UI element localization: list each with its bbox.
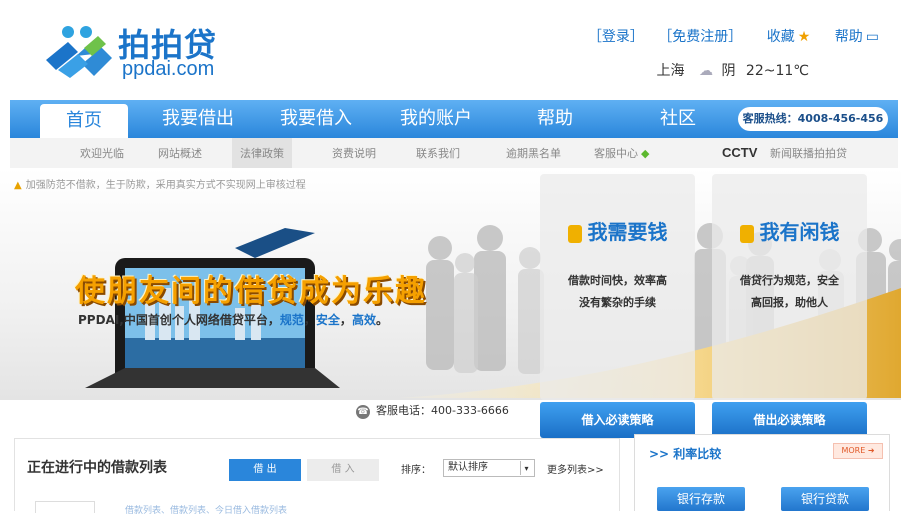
service-phone: ☎ 客服电话：400-333-6666 bbox=[356, 402, 509, 419]
need-money-title: 我需要钱 bbox=[540, 216, 695, 245]
loan-list-panel: 正在进行中的借款列表 借 出 借 入 排序： 默认排序 ▾ 更多列表>> 借款列表… bbox=[14, 438, 620, 516]
have-money-desc-line1: 借贷行为规范，安全 bbox=[740, 274, 839, 287]
have-money-desc-line2: 高回报，助他人 bbox=[751, 296, 828, 309]
bank-loan-button[interactable]: 银行贷款 bbox=[781, 487, 869, 511]
sub-slogan-prefix: PPDAI,中国首创个人网络借贷平台， bbox=[78, 313, 280, 327]
warning-icon: ▲ bbox=[14, 180, 22, 191]
bank-deposit-button[interactable]: 银行存款 bbox=[657, 487, 745, 511]
nav-item-lend[interactable]: 我要借出 bbox=[150, 100, 246, 138]
header: 拍拍贷 ppdai.com ［登录］ ［免费注册］ 收藏 ★ 帮助 ▭ 上海 ☁ 阴… bbox=[0, 0, 901, 100]
nav-item-help[interactable]: 帮助 bbox=[525, 100, 585, 138]
sub-slogan-sep2: ， bbox=[339, 313, 352, 327]
have-money-desc: 借贷行为规范，安全 高回报，助他人 bbox=[712, 270, 867, 314]
sub-slogan-h2: 安全 bbox=[315, 313, 340, 327]
sub-nav: 欢迎光临 网站概述 法律政策 资费说明 联系我们 逾期黑名单 客服中心 ◆ CCT… bbox=[10, 138, 898, 170]
security-notice: ▲ 加强防范不借款，生于防欺，采用真实方式不实现网上审核过程 bbox=[14, 176, 306, 191]
chevron-down-icon: ▾ bbox=[520, 461, 532, 475]
sub-slogan-sep1: ， bbox=[303, 313, 316, 327]
favorite-link[interactable]: 收藏 ★ bbox=[757, 29, 811, 45]
register-link[interactable]: ［免费注册］ bbox=[658, 29, 742, 45]
subnav-item-overview[interactable]: 网站概述 bbox=[158, 138, 202, 170]
favorite-label: 收藏 bbox=[766, 29, 795, 45]
subnav-item-service-center[interactable]: 客服中心 ◆ bbox=[594, 138, 649, 170]
weather-city: 上海 bbox=[656, 63, 685, 79]
cctv-logo: CCTV bbox=[722, 145, 758, 160]
coin-icon bbox=[739, 224, 754, 243]
nav-item-home[interactable]: 首页 bbox=[40, 104, 128, 138]
banner-slogan: 使朋友间的借贷成为乐趣 bbox=[75, 274, 427, 309]
loan-list-title: 正在进行中的借款列表 bbox=[27, 460, 167, 476]
tab-borrow[interactable]: 借 入 bbox=[307, 459, 379, 481]
more-list-link[interactable]: 更多列表>> bbox=[547, 461, 604, 476]
subnav-item-legal[interactable]: 法律政策 bbox=[232, 138, 292, 170]
need-money-desc-line2: 没有繁杂的手续 bbox=[579, 296, 656, 309]
help-link[interactable]: 帮助 ▭ bbox=[825, 29, 879, 45]
need-money-desc-line1: 借款时间快，效率高 bbox=[568, 274, 667, 287]
rate-more-button[interactable]: MORE ➜ bbox=[833, 443, 883, 459]
notice-text: 加强防范不借款，生于防欺，采用真实方式不实现网上审核过程 bbox=[25, 180, 306, 191]
service-center-label: 客服中心 bbox=[594, 147, 638, 160]
borrow-guide-button[interactable]: 借入必读策略 bbox=[540, 402, 695, 438]
service-phone-text: 客服电话：400-333-6666 bbox=[376, 404, 509, 417]
help-icon: ▭ bbox=[865, 29, 879, 45]
logo-name-en: ppdai.com bbox=[122, 58, 215, 80]
subnav-item-contact[interactable]: 联系我们 bbox=[416, 138, 460, 170]
have-money-card: 我有闲钱 借贷行为规范，安全 高回报，助他人 借出必读策略 bbox=[712, 174, 867, 438]
nav-item-borrow[interactable]: 我要借入 bbox=[268, 100, 364, 138]
sub-slogan-h3: 高效 bbox=[351, 313, 376, 327]
need-money-desc: 借款时间快，效率高 没有繁杂的手续 bbox=[540, 270, 695, 314]
list-row-text[interactable]: 借款列表、借款列表、今日借入借款列表 bbox=[125, 503, 287, 516]
banner-sub-slogan: PPDAI,中国首创个人网络借贷平台，规范，安全，高效。 bbox=[78, 311, 388, 328]
hotline-badge: 客服热线：4008-456-456 bbox=[738, 107, 888, 131]
sub-slogan-h1: 规范 bbox=[279, 313, 304, 327]
cctv-text[interactable]: 新闻联播拍拍贷 bbox=[770, 138, 847, 170]
login-link[interactable]: ［登录］ bbox=[588, 29, 644, 45]
tab-lend[interactable]: 借 出 bbox=[229, 459, 301, 481]
nav-item-account[interactable]: 我的账户 bbox=[388, 100, 484, 138]
subnav-item-blacklist[interactable]: 逾期黑名单 bbox=[506, 138, 561, 170]
top-links: ［登录］ ［免费注册］ 收藏 ★ 帮助 ▭ bbox=[578, 26, 879, 46]
ppdai-logo[interactable]: 拍拍贷 ppdai.com bbox=[42, 18, 242, 84]
subnav-item-welcome[interactable]: 欢迎光临 bbox=[80, 138, 124, 170]
need-money-card: 我需要钱 借款时间快，效率高 没有繁杂的手续 借入必读策略 bbox=[540, 174, 695, 438]
sub-slogan-end: 。 bbox=[375, 313, 388, 327]
weather-temp: 22~11℃ bbox=[745, 63, 809, 79]
subnav-item-fees[interactable]: 资费说明 bbox=[332, 138, 376, 170]
nav-item-community[interactable]: 社区 bbox=[648, 100, 708, 138]
weather-widget: 上海 ☁ 阴 22~11℃ bbox=[657, 60, 809, 80]
help-label: 帮助 bbox=[834, 29, 863, 45]
sort-label: 排序： bbox=[401, 465, 431, 476]
phone-icon: ☎ bbox=[356, 405, 370, 419]
lend-guide-button[interactable]: 借出必读策略 bbox=[712, 402, 867, 438]
sort-select-value: 默认排序 bbox=[448, 462, 488, 473]
logo-icon bbox=[46, 26, 112, 78]
coin-icon bbox=[567, 224, 582, 243]
star-icon: ★ bbox=[797, 29, 811, 45]
main-nav: 首页 我要借出 我要借入 我的账户 帮助 社区 客服热线：4008-456-45… bbox=[10, 100, 898, 138]
rate-compare-panel: >> 利率比较 MORE ➜ 银行存款 银行贷款 bbox=[634, 434, 890, 511]
rate-compare-title: >> 利率比较 bbox=[649, 447, 722, 461]
have-money-title: 我有闲钱 bbox=[712, 216, 867, 245]
list-row-avatar bbox=[35, 501, 95, 513]
sort-select[interactable]: 默认排序 ▾ bbox=[443, 459, 535, 477]
have-money-title-text: 我有闲钱 bbox=[759, 220, 840, 244]
cloud-icon: ☁ bbox=[699, 63, 713, 79]
weather-condition: 阴 bbox=[721, 63, 736, 79]
leaf-icon: ◆ bbox=[641, 147, 650, 160]
need-money-title-text: 我需要钱 bbox=[587, 220, 668, 244]
